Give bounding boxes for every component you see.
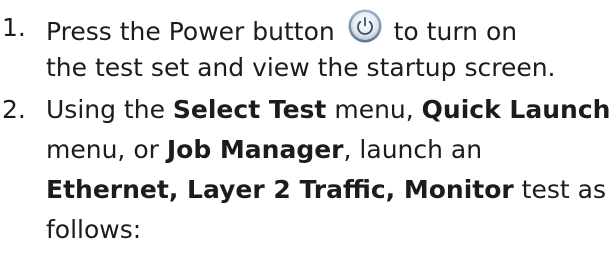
step-1: 1. Press the Power button to turn on the…: [0, 8, 611, 92]
step-text: menu, or: [46, 135, 167, 164]
step-text: Using the: [46, 95, 173, 124]
step-text: to turn on: [393, 17, 518, 46]
power-icon: [347, 8, 383, 44]
step-2-line-4: follows:: [46, 215, 142, 244]
step-2-line-2: menu, or Job Manager, launch an: [46, 130, 482, 170]
step-number: 2.: [2, 95, 26, 124]
step-number: 1.: [2, 13, 26, 42]
step-2-line-3: Ethernet, Layer 2 Traffic, Monitor test …: [46, 170, 606, 210]
step-2-line-1: Using the Select Test menu, Quick Launch: [46, 90, 610, 130]
step-text: Press the Power button: [46, 17, 335, 46]
step-1-line-1: Press the Power button to turn on: [46, 8, 517, 52]
step-1-line-2: the test set and view the startup screen…: [46, 53, 556, 82]
select-test-menu-name: Select Test: [172, 95, 327, 124]
step-text: test as: [513, 175, 606, 204]
instruction-document: 1. Press the Power button to turn on the…: [0, 0, 611, 264]
separator-text: ,: [168, 175, 188, 204]
ethernet-term: Ethernet: [46, 175, 169, 204]
test-name: Layer 2 Traffic, Monitor: [187, 175, 514, 204]
quick-launch-menu-name: Quick Launch: [421, 95, 611, 124]
step-text: menu,: [326, 95, 422, 124]
job-manager-name: Job Manager: [166, 135, 344, 164]
step-2: 2. Using the Select Test menu, Quick Lau…: [0, 90, 611, 260]
step-text: , launch an: [343, 135, 483, 164]
